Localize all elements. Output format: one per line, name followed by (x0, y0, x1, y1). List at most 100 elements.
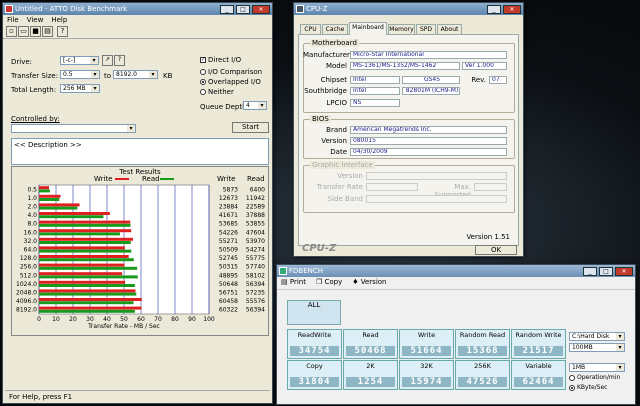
close-button[interactable]: ✕ (615, 266, 633, 276)
total-length-select[interactable]: 256 MB (60, 84, 100, 93)
fdbench-titlebar[interactable]: FDBENCH _ □ ✕ (277, 265, 635, 277)
io-comparison-radio[interactable]: I/O Comparison (200, 68, 262, 76)
drive-select[interactable]: [-c-] (60, 56, 99, 65)
kbyte-per-sec-radio[interactable]: KByte/Sec (569, 384, 607, 391)
to-label: to (104, 72, 112, 80)
read-result[interactable]: Read 50468 (343, 329, 398, 359)
read-value-label: 53970 (246, 238, 265, 245)
results-panel: Test Results Write Read Write Read 0 10 20… (11, 166, 269, 336)
close-button[interactable]: ✕ (503, 4, 521, 14)
write-bar (39, 272, 123, 276)
write-result[interactable]: Write 51664 (399, 329, 454, 359)
write-bar (39, 237, 133, 241)
test-size-select[interactable]: 100MB (569, 343, 625, 352)
x-tick-label: 30 (86, 316, 94, 323)
transfer-from-select[interactable]: 0.5 (60, 70, 100, 79)
minimize-button[interactable]: _ (583, 266, 597, 276)
variable-result[interactable]: Variable 62464 (511, 360, 566, 390)
x-tick-label: 40 (103, 316, 111, 323)
variable-label: Variable (525, 362, 552, 370)
write-value-label: 50648 (219, 281, 238, 288)
description-box[interactable]: << Description >> (11, 138, 269, 165)
new-icon[interactable]: ▫ (6, 26, 17, 37)
minimize-button[interactable]: _ (220, 4, 234, 14)
minimize-button[interactable]: _ (487, 4, 501, 14)
gi-side-band-label: Side Band (327, 195, 363, 203)
drive-select[interactable]: C:\Hard Disk (569, 332, 625, 341)
menu-view[interactable]: View (27, 15, 44, 25)
controlled-by-select[interactable] (11, 124, 136, 133)
maximize-button[interactable]: □ (599, 266, 613, 276)
write-value-label: 48895 (219, 272, 238, 279)
256k-result[interactable]: 256K 47526 (455, 360, 510, 390)
drive-browse-button[interactable]: ↗ (102, 55, 113, 66)
cpuz-titlebar[interactable]: CPU-Z _ ✕ (294, 3, 523, 15)
save-icon[interactable]: ■ (30, 26, 41, 37)
readwrite-result[interactable]: ReadWrite 34754 (287, 329, 342, 359)
32k-result[interactable]: 32K 15974 (399, 360, 454, 390)
x-tick-label: 60 (137, 316, 145, 323)
open-icon[interactable]: ▭ (18, 26, 29, 37)
variable-value: 62464 (514, 377, 563, 387)
legend-read-label: Read (142, 175, 160, 183)
write-bar (39, 289, 136, 293)
help-icon[interactable]: ? (57, 26, 68, 37)
read-value-label: 56394 (246, 307, 265, 314)
transfer-size-label: Transfer Size: (11, 72, 59, 80)
ok-button[interactable]: OK (475, 245, 517, 255)
tab-mainboard[interactable]: Mainboard (349, 22, 387, 35)
random-read-label: Random Read (459, 331, 506, 339)
atto-window: Untitled - ATTO Disk Benchmark _ □ ✕ Fil… (2, 2, 273, 404)
random-write-label: Random Write (515, 331, 562, 339)
block-size-select[interactable]: 1MB (569, 363, 625, 372)
queue-depth-select[interactable]: 4 (243, 101, 267, 110)
random-read-result[interactable]: Random Read 15368 (455, 329, 510, 359)
y-tick-label: 256.0 (20, 264, 37, 271)
atto-toolbar: ▫ ▭ ■ ▤ ? (3, 25, 272, 39)
close-button[interactable]: ✕ (252, 4, 270, 14)
legend-write-swatch (115, 178, 129, 180)
overlapped-io-radio[interactable]: Overlapped I/O (200, 78, 261, 86)
copy-button[interactable]: ❐ Copy (316, 278, 342, 288)
kb-label: KB (163, 72, 173, 80)
direct-io-checkbox[interactable]: ✓ Direct I/O (200, 56, 241, 64)
print-icon[interactable]: ▤ (42, 26, 53, 37)
start-button[interactable]: Start (232, 122, 269, 133)
operation-per-min-radio[interactable]: Operation/min (569, 374, 620, 381)
atto-titlebar[interactable]: Untitled - ATTO Disk Benchmark _ □ ✕ (3, 3, 272, 15)
menu-file[interactable]: File (7, 15, 19, 25)
write-value-label: 50315 (219, 264, 238, 271)
app-version-text: Version 1.51 (466, 233, 510, 241)
print-button[interactable]: ▤ Print (281, 278, 306, 288)
read-bar (39, 215, 104, 219)
menu-help[interactable]: Help (51, 15, 67, 25)
cpuz-title: CPU-Z (306, 5, 328, 13)
write-value-label: 54226 (219, 229, 238, 236)
2k-value: 1254 (346, 377, 395, 387)
random-write-result[interactable]: Random Write 21517 (511, 329, 566, 359)
maximize-button[interactable]: □ (236, 4, 250, 14)
neither-radio[interactable]: Neither (200, 88, 234, 96)
drive-help-button[interactable]: ? (114, 55, 125, 66)
cpuz-logo: CPU-Z (302, 243, 337, 254)
write-value: 51664 (402, 346, 451, 356)
chipset-vendor-value: Intel (350, 76, 400, 84)
kbyte-per-sec-label: KByte/Sec (577, 384, 608, 391)
read-value-label: 47604 (246, 229, 265, 236)
2k-result[interactable]: 2K 1254 (343, 360, 398, 390)
copy-result[interactable]: Copy 31804 (287, 360, 342, 390)
write-bar (39, 280, 126, 284)
x-tick-label: 20 (69, 316, 77, 323)
y-tick-label: 512.0 (20, 272, 37, 279)
col-write-header: Write (217, 175, 236, 183)
y-tick-label: 0.5 (27, 186, 37, 193)
all-button[interactable]: ALL (287, 300, 341, 325)
write-value-label: 53685 (219, 221, 238, 228)
read-bar (39, 309, 135, 313)
read-bar (39, 266, 138, 270)
y-tick-label: 128.0 (20, 255, 37, 262)
version-button[interactable]: ♦ Version (352, 278, 386, 288)
transfer-to-select[interactable]: 8192.0 (113, 70, 158, 79)
brand-label: Brand (326, 126, 347, 134)
rev-label: Rev. (471, 76, 486, 84)
